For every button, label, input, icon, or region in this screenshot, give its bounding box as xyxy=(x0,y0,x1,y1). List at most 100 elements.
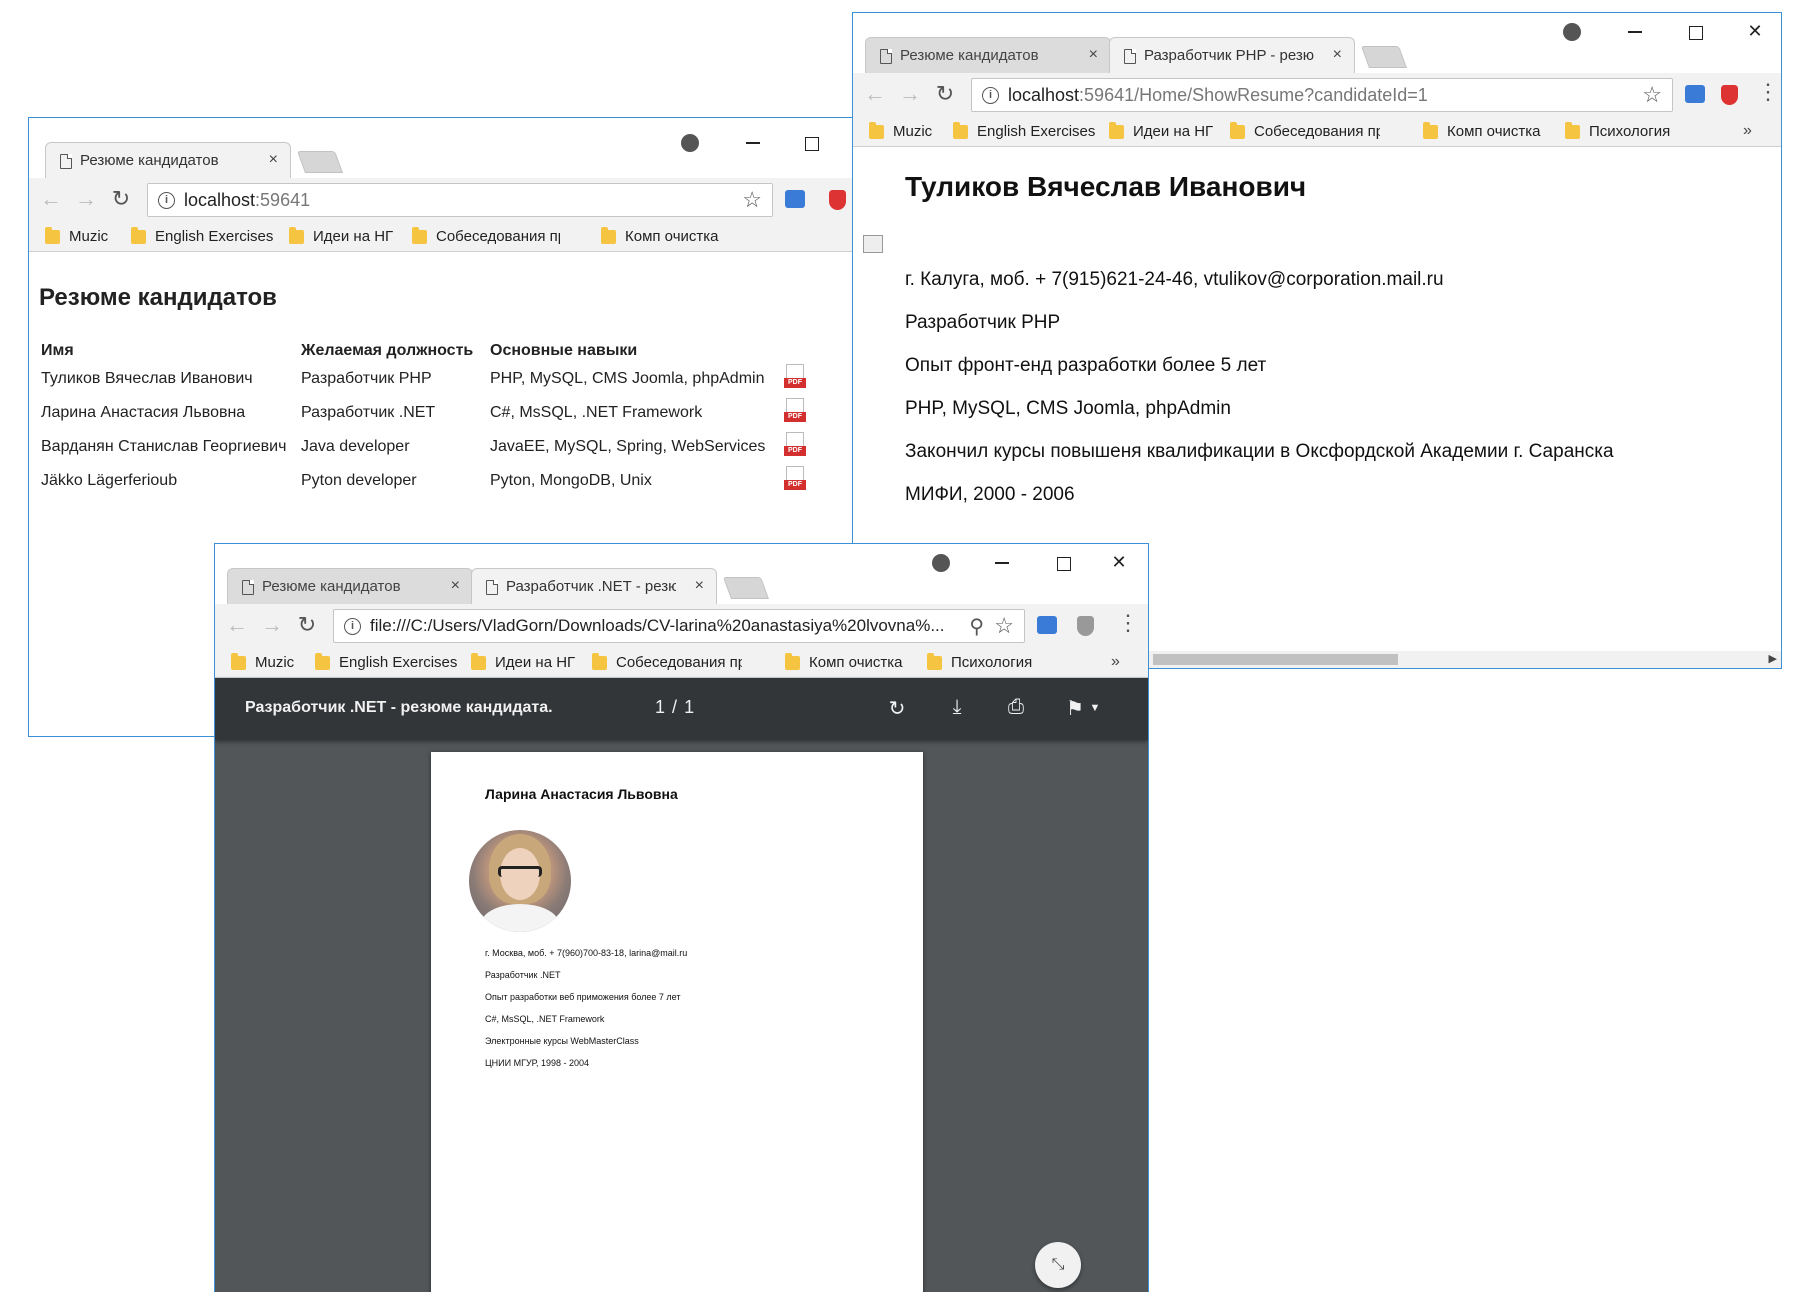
bookmark-item[interactable]: Комп очистка xyxy=(783,653,903,675)
pdf-icon[interactable]: PDF xyxy=(784,431,806,458)
tab-php-resume[interactable]: Разработчик PHP - резю × xyxy=(1109,37,1355,73)
bookmark-item[interactable]: Психология xyxy=(1563,122,1670,144)
tab-strip: Резюме кандидатов × xyxy=(29,118,867,178)
star-icon[interactable]: ☆ xyxy=(994,613,1014,639)
pdf-link[interactable]: PDF xyxy=(780,430,810,464)
extension-blue-icon[interactable] xyxy=(1037,616,1057,634)
star-icon[interactable]: ☆ xyxy=(742,187,762,213)
close-window-button[interactable]: ✕ xyxy=(1107,552,1131,573)
bookmark-item[interactable]: Идеи на НГ xyxy=(287,227,393,249)
bookmarks-overflow-button[interactable]: » xyxy=(1111,653,1120,671)
bookmark-item[interactable]: Muzic xyxy=(43,227,108,249)
pdf-link[interactable]: PDF xyxy=(780,396,810,430)
tab-strip: Резюме кандидатов × Разработчик .NET - р… xyxy=(215,544,1148,604)
position-line: Разработчик PHP xyxy=(905,312,1061,333)
chevron-down-icon[interactable]: ▼ xyxy=(1083,702,1107,714)
forward-icon[interactable]: → xyxy=(898,83,922,105)
pdf-document-area[interactable]: Ларина Анастасия Львовна г. Москва, моб.… xyxy=(215,740,1148,1292)
address-bar[interactable]: i localhost:59641/Home/ShowResume?candid… xyxy=(971,78,1673,112)
pdf-icon[interactable]: PDF xyxy=(784,363,806,390)
tab-resume-list[interactable]: Резюме кандидатов × xyxy=(227,568,473,604)
bookmark-item[interactable]: Идеи на НГ xyxy=(1107,122,1213,144)
bookmark-item[interactable]: Комп очистка xyxy=(1421,122,1541,144)
user-icon[interactable] xyxy=(681,134,699,152)
rotate-icon[interactable]: ↻ xyxy=(885,696,909,721)
extension-shield-red-icon[interactable] xyxy=(1721,85,1738,105)
new-tab-button[interactable] xyxy=(1360,46,1408,68)
bookmarks-bar: Muzic English Exercises Идеи на НГ Собес… xyxy=(215,648,1148,678)
folder-icon xyxy=(1230,122,1245,139)
bookmark-item[interactable]: English Exercises xyxy=(313,653,457,675)
menu-icon[interactable]: ⋮ xyxy=(1117,612,1139,634)
fit-to-page-button[interactable]: ⤡ xyxy=(1035,1242,1081,1288)
pdf-link[interactable]: PDF xyxy=(780,362,810,396)
address-bar[interactable]: i file:///C:/Users/VladGorn/Downloads/CV… xyxy=(333,609,1025,643)
new-tab-button[interactable] xyxy=(722,577,770,599)
extension-blue-icon[interactable] xyxy=(785,190,805,208)
close-icon[interactable]: × xyxy=(451,577,460,595)
folder-icon xyxy=(1423,122,1438,139)
page-current[interactable]: 1 xyxy=(655,697,666,717)
reload-icon[interactable]: ↻ xyxy=(295,614,319,636)
back-icon[interactable]: ← xyxy=(225,614,249,636)
maximize-button[interactable] xyxy=(805,137,819,151)
maximize-button[interactable] xyxy=(1689,26,1703,40)
tab-strip: Резюме кандидатов × Разработчик PHP - ре… xyxy=(853,13,1781,73)
info-icon[interactable]: i xyxy=(158,192,175,209)
user-icon[interactable] xyxy=(1563,23,1581,41)
candidate-skills: C#, MsSQL, .NET Framework xyxy=(490,404,703,421)
folder-icon xyxy=(953,122,968,139)
user-icon[interactable] xyxy=(932,554,950,572)
tab-resume-list[interactable]: Резюме кандидатов × xyxy=(865,37,1111,73)
info-icon[interactable]: i xyxy=(344,618,361,635)
column-header-name: Имя xyxy=(41,342,74,359)
zoom-icon[interactable]: ⚲ xyxy=(969,614,984,639)
scroll-right-arrow-icon[interactable]: ▶ xyxy=(1769,652,1777,665)
scrollbar-thumb[interactable] xyxy=(1153,654,1398,665)
star-icon[interactable]: ☆ xyxy=(1642,82,1662,108)
close-window-button[interactable]: ✕ xyxy=(1743,21,1767,42)
bookmark-item[interactable]: Muzic xyxy=(867,122,932,144)
bookmark-item[interactable]: Muzic xyxy=(229,653,294,675)
new-tab-button[interactable] xyxy=(296,151,344,173)
bookmark-item[interactable]: Комп очистка xyxy=(599,227,719,249)
address-bar[interactable]: i localhost:59641 ☆ xyxy=(147,183,773,217)
bookmarks-overflow-button[interactable]: » xyxy=(1743,122,1752,140)
close-icon[interactable]: × xyxy=(695,577,704,595)
menu-icon[interactable]: ⋮ xyxy=(1757,81,1779,103)
close-icon[interactable]: × xyxy=(269,151,278,169)
pdf-page: Ларина Анастасия Львовна г. Москва, моб.… xyxy=(431,752,923,1292)
reload-icon[interactable]: ↻ xyxy=(933,83,957,105)
pdf-link[interactable]: PDF xyxy=(780,464,810,498)
back-icon[interactable]: ← xyxy=(863,83,887,105)
extension-shield-red-icon[interactable] xyxy=(829,190,846,210)
bookmark-item[interactable]: Собеседования при xyxy=(410,227,560,249)
forward-icon[interactable]: → xyxy=(260,614,284,636)
bookmark-item[interactable]: Собеседования при xyxy=(1228,122,1380,144)
close-icon[interactable]: × xyxy=(1089,46,1098,64)
candidate-name: Ларина Анастасия Львовна xyxy=(41,404,246,421)
folder-icon xyxy=(131,227,146,244)
extension-blue-icon[interactable] xyxy=(1685,85,1705,103)
bookmark-item[interactable]: English Exercises xyxy=(129,227,273,249)
reload-icon[interactable]: ↻ xyxy=(109,188,133,210)
forward-icon[interactable]: → xyxy=(74,188,98,210)
maximize-button[interactable] xyxy=(1057,557,1071,571)
back-icon[interactable]: ← xyxy=(39,188,63,210)
url-port: :59641 xyxy=(255,189,311,210)
bookmark-item[interactable]: Психология xyxy=(925,653,1032,675)
table-header-row: Имя Желаемая должность Основные навыки xyxy=(41,332,810,362)
print-icon[interactable]: ⎙ xyxy=(1004,696,1028,719)
tab-resume-list[interactable]: Резюме кандидатов × xyxy=(45,142,291,178)
tab-net-resume[interactable]: Разработчик .NET - резю × xyxy=(471,568,717,604)
info-icon[interactable]: i xyxy=(982,87,999,104)
download-icon[interactable]: ⤓ xyxy=(945,696,969,719)
bookmark-item[interactable]: Идеи на НГ xyxy=(469,653,575,675)
close-icon[interactable]: × xyxy=(1333,46,1342,64)
tab-label: Разработчик .NET - резю xyxy=(506,578,676,595)
pdf-icon[interactable]: PDF xyxy=(784,397,806,424)
extension-shield-grey-icon[interactable] xyxy=(1077,616,1094,636)
bookmark-item[interactable]: English Exercises xyxy=(951,122,1095,144)
pdf-icon[interactable]: PDF xyxy=(784,465,806,492)
bookmark-item[interactable]: Собеседования при xyxy=(590,653,742,675)
